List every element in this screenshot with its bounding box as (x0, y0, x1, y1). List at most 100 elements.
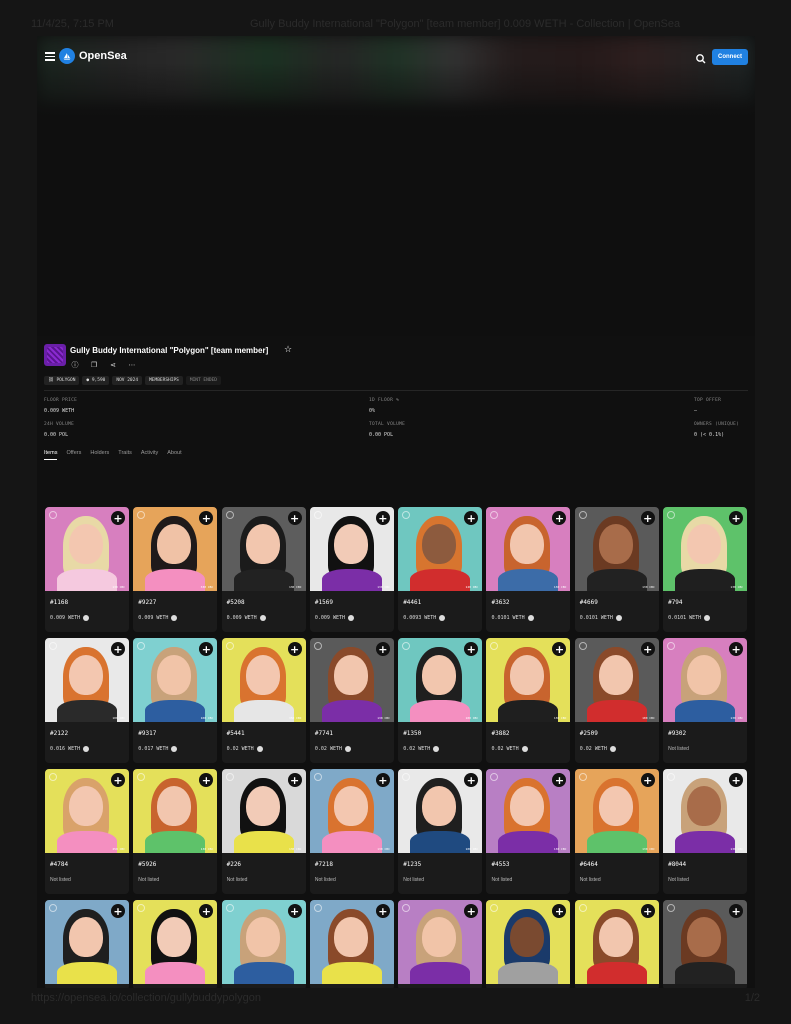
add-to-cart-button[interactable]: + (552, 904, 567, 918)
add-to-cart-button[interactable]: + (287, 511, 302, 525)
item-card[interactable]: + (486, 900, 571, 988)
item-card[interactable]: + 120 CBC #4461 0.0093 WETH (398, 507, 483, 632)
item-card[interactable]: + 130 CBC #4669 0.0101 WETH (574, 507, 659, 632)
item-thumbnail[interactable]: + (574, 900, 659, 984)
item-card[interactable]: + 130 CBC #5926 Not listed (133, 769, 218, 894)
item-card[interactable]: + 130 CBC #3632 0.0101 WETH (486, 507, 571, 632)
add-to-cart-button[interactable]: + (729, 904, 744, 918)
add-to-cart-button[interactable]: + (729, 773, 744, 787)
item-card[interactable]: + 130 CBC #6464 Not listed (574, 769, 659, 894)
item-thumbnail[interactable]: + 130 CBC (486, 507, 571, 591)
item-thumbnail[interactable]: + 130 CBC (574, 507, 659, 591)
opensea-logo-text[interactable]: OpenSea (79, 50, 127, 62)
favorite-star-icon[interactable]: ☆ (284, 345, 292, 355)
item-card[interactable]: + 130 CBC #4553 Not listed (486, 769, 571, 894)
item-thumbnail[interactable]: + (45, 900, 129, 984)
tab-items[interactable]: Items (44, 450, 58, 460)
item-thumbnail[interactable]: + (133, 900, 218, 984)
item-thumbnail[interactable]: + 130 CBC (45, 507, 129, 591)
item-thumbnail[interactable]: + 130 CBC (663, 638, 748, 722)
item-thumbnail[interactable]: + 130 CBC (221, 507, 306, 591)
add-to-cart-button[interactable]: + (199, 904, 214, 918)
item-thumbnail[interactable]: + 100 CBC (133, 638, 218, 722)
add-to-cart-button[interactable]: + (464, 904, 479, 918)
add-to-cart-button[interactable]: + (729, 642, 744, 656)
item-card[interactable]: + (574, 900, 659, 988)
item-thumbnail[interactable]: + (309, 900, 394, 984)
item-card[interactable]: + 100 CBC #1235 Not listed (398, 769, 483, 894)
item-thumbnail[interactable]: + 100 CBC (398, 769, 483, 853)
item-thumbnail[interactable]: + 130 CBC (221, 769, 306, 853)
item-card[interactable]: + 130 CBC #8044 Not listed (663, 769, 748, 894)
item-card[interactable]: + 130 CBC #9302 Not listed (663, 638, 748, 763)
add-to-cart-button[interactable]: + (287, 773, 302, 787)
item-card[interactable]: + (45, 900, 129, 988)
item-card[interactable]: + (398, 900, 483, 988)
add-to-cart-button[interactable]: + (552, 511, 567, 525)
item-thumbnail[interactable]: + 120 CBC (398, 507, 483, 591)
connect-button[interactable]: Connect (712, 49, 748, 65)
add-to-cart-button[interactable]: + (552, 773, 567, 787)
item-card[interactable]: + 100 CBC #1350 0.02 WETH (398, 638, 483, 763)
item-thumbnail[interactable]: + 130 CBC (486, 638, 571, 722)
item-thumbnail[interactable]: + 130 CBC (486, 769, 571, 853)
item-thumbnail[interactable]: + 100 CBC (398, 638, 483, 722)
tab-traits[interactable]: Traits (118, 450, 132, 460)
item-thumbnail[interactable]: + (398, 900, 483, 984)
item-thumbnail[interactable]: + 130 CBC (309, 769, 394, 853)
item-card[interactable]: + 250 CBC #4784 Not listed (45, 769, 129, 894)
tab-offers[interactable]: Offers (66, 450, 81, 460)
add-to-cart-button[interactable]: + (375, 642, 390, 656)
item-thumbnail[interactable]: + 130 CBC (663, 507, 748, 591)
add-to-cart-button[interactable]: + (111, 642, 125, 656)
item-thumbnail[interactable]: + (663, 900, 748, 984)
item-thumbnail[interactable]: + (486, 900, 571, 984)
add-to-cart-button[interactable]: + (640, 773, 655, 787)
more-options-icon[interactable]: ⋯ (127, 360, 137, 370)
item-card[interactable]: + 130 CBC #1569 0.009 WETH (309, 507, 394, 632)
chip-category[interactable]: MEMBERSHIPS (145, 376, 183, 385)
item-card[interactable]: + (133, 900, 218, 988)
share-icon[interactable]: ⋖ (108, 360, 118, 370)
item-card[interactable]: + 130 CBC #1168 0.009 WETH (45, 507, 129, 632)
item-card[interactable]: + 100 CBC #9317 0.017 WETH (133, 638, 218, 763)
item-card[interactable]: + 130 CBC #3882 0.02 WETH (486, 638, 571, 763)
add-to-cart-button[interactable]: + (199, 642, 214, 656)
item-card[interactable]: + 350 CBC #5441 0.02 WETH (221, 638, 306, 763)
item-card[interactable]: + 130 CBC #5208 0.009 WETH (221, 507, 306, 632)
add-to-cart-button[interactable]: + (375, 511, 390, 525)
item-card[interactable]: + 330 CBC #9227 0.009 WETH (133, 507, 218, 632)
item-thumbnail[interactable]: + 250 CBC (45, 769, 129, 853)
item-card[interactable]: + 130 CBC #7218 Not listed (309, 769, 394, 894)
add-to-cart-button[interactable]: + (464, 773, 479, 787)
tab-holders[interactable]: Holders (90, 450, 109, 460)
opensea-logo-icon[interactable] (59, 48, 75, 64)
item-thumbnail[interactable]: + 130 CBC (309, 507, 394, 591)
add-to-cart-button[interactable]: + (199, 773, 214, 787)
item-thumbnail[interactable]: + 350 CBC (221, 638, 306, 722)
item-thumbnail[interactable]: + 130 CBC (309, 638, 394, 722)
item-thumbnail[interactable]: + 130 CBC (133, 769, 218, 853)
add-to-cart-button[interactable]: + (464, 511, 479, 525)
hamburger-menu-icon[interactable] (45, 52, 55, 61)
item-thumbnail[interactable]: + 330 CBC (133, 507, 218, 591)
copy-icon[interactable]: ❐ (89, 360, 99, 370)
item-card[interactable]: + (309, 900, 394, 988)
add-to-cart-button[interactable]: + (640, 904, 655, 918)
item-card[interactable]: + 130 CBC #226 Not listed (221, 769, 306, 894)
add-to-cart-button[interactable]: + (111, 773, 125, 787)
add-to-cart-button[interactable]: + (552, 642, 567, 656)
search-icon[interactable] (695, 50, 707, 64)
item-thumbnail[interactable]: + 100 CBC (574, 638, 659, 722)
item-card[interactable]: + (221, 900, 306, 988)
item-card[interactable]: + 130 CBC #7741 0.02 WETH (309, 638, 394, 763)
tab-about[interactable]: About (167, 450, 181, 460)
add-to-cart-button[interactable]: + (729, 511, 744, 525)
item-thumbnail[interactable]: + 130 CBC (574, 769, 659, 853)
info-icon[interactable]: ⓘ (70, 360, 80, 370)
add-to-cart-button[interactable]: + (199, 511, 214, 525)
item-card[interactable]: + (663, 900, 748, 988)
item-card[interactable]: + 100 CBC #2509 0.02 WETH (574, 638, 659, 763)
add-to-cart-button[interactable]: + (640, 511, 655, 525)
add-to-cart-button[interactable]: + (287, 904, 302, 918)
